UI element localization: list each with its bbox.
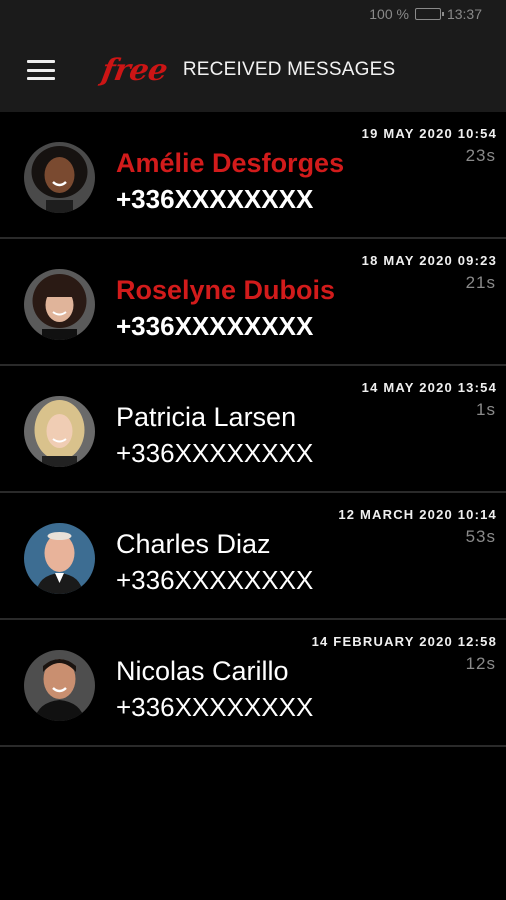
message-duration: 21s	[465, 273, 496, 292]
message-date: 14 MAY 2020 13:54	[361, 380, 497, 395]
message-info: Charles Diaz +336XXXXXXXX	[116, 529, 313, 595]
message-info: Amélie Desforges +336XXXXXXXX	[116, 148, 344, 214]
caller-name: Roselyne Dubois	[116, 275, 336, 305]
caller-phone: +336XXXXXXXX	[116, 311, 314, 341]
free-logo: free	[98, 52, 170, 88]
caller-phone: +336XXXXXXXX	[116, 692, 314, 722]
message-row[interactable]: Patricia Larsen +336XXXXXXXX 14 MAY 2020…	[0, 366, 506, 493]
message-info: Patricia Larsen +336XXXXXXXX	[116, 402, 313, 468]
hamburger-menu-icon	[27, 60, 55, 80]
avatar	[24, 650, 95, 721]
avatar	[24, 523, 95, 594]
caller-name: Amélie Desforges	[116, 148, 345, 178]
caller-phone: +336XXXXXXXX	[116, 438, 314, 468]
message-date: 18 MAY 2020 09:23	[361, 253, 497, 268]
avatar	[24, 142, 95, 213]
message-duration: 53s	[465, 527, 496, 546]
avatar	[24, 396, 95, 467]
message-row[interactable]: Roselyne Dubois +336XXXXXXXX 18 MAY 2020…	[0, 239, 506, 366]
message-row[interactable]: Amélie Desforges +336XXXXXXXX 19 MAY 202…	[0, 112, 506, 239]
page-title: RECEIVED MESSAGES	[182, 59, 396, 80]
message-date: 12 MARCH 2020 10:14	[338, 507, 497, 522]
caller-name: Charles Diaz	[116, 529, 271, 559]
message-row[interactable]: Nicolas Carillo +336XXXXXXXX 14 FEBRUARY…	[0, 620, 506, 747]
clock: 13:37	[446, 6, 482, 22]
battery-percent: 100 %	[369, 6, 409, 22]
caller-phone: +336XXXXXXXX	[116, 565, 314, 595]
message-date: 19 MAY 2020 10:54	[361, 126, 497, 141]
message-date: 14 FEBRUARY 2020 12:58	[311, 634, 497, 649]
message-duration: 12s	[465, 654, 496, 673]
app-header: free RECEIVED MESSAGES	[0, 28, 506, 112]
app-screen: 100 % 13:37 free RECEIVED MESSAGES Améli…	[0, 0, 506, 900]
avatar	[24, 269, 95, 340]
caller-name: Nicolas Carillo	[116, 656, 289, 686]
caller-phone: +336XXXXXXXX	[116, 184, 314, 214]
battery-icon	[414, 8, 444, 20]
message-info: Nicolas Carillo +336XXXXXXXX	[116, 656, 313, 722]
message-row[interactable]: Charles Diaz +336XXXXXXXX 12 MARCH 2020 …	[0, 493, 506, 620]
status-bar: 100 % 13:37	[0, 0, 506, 28]
menu-button[interactable]	[0, 28, 82, 112]
message-duration: 23s	[465, 146, 496, 165]
message-info: Roselyne Dubois +336XXXXXXXX	[116, 275, 335, 341]
message-list: Amélie Desforges +336XXXXXXXX 19 MAY 202…	[0, 112, 506, 747]
message-duration: 1s	[476, 400, 496, 419]
caller-name: Patricia Larsen	[116, 402, 297, 432]
